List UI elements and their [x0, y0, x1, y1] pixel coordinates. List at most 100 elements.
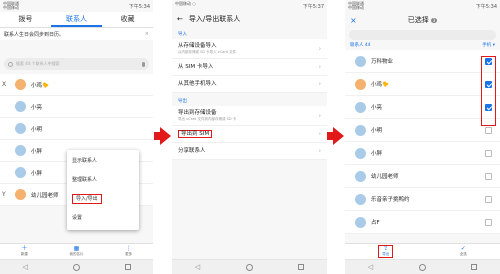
- menu-item-settings[interactable]: 设置: [67, 209, 139, 228]
- export-to-storage[interactable]: 导出到存储设备 导出 vCard 文件到内部存储或 SD 卡 ›: [172, 106, 327, 126]
- button-label: 更多: [125, 252, 133, 256]
- checkbox[interactable]: [485, 149, 492, 157]
- contact-name: 小胖: [31, 148, 43, 155]
- list-item[interactable]: 万科物业: [345, 50, 500, 73]
- close-icon[interactable]: ×: [350, 16, 357, 25]
- menu-item-show-contacts[interactable]: 显示联系人: [67, 152, 139, 171]
- menu-label: 显示联系人: [72, 158, 98, 164]
- tutorial-stage: 中国联通 中国移动 下午5:34 拨号 联系人 收藏 联系人生日会同步到日历。 …: [0, 0, 500, 274]
- microphone-icon[interactable]: [142, 61, 145, 67]
- back-icon[interactable]: ◁: [368, 263, 373, 271]
- search-input[interactable]: 搜索 44 个联系人中搜索: [4, 58, 149, 70]
- home-icon[interactable]: [72, 263, 80, 271]
- index-letter: X: [2, 81, 7, 88]
- search-input[interactable]: [349, 30, 496, 40]
- list-item[interactable]: 小亮: [345, 96, 500, 119]
- chevron-right-icon: ›: [318, 147, 321, 155]
- chevron-right-icon: ›: [318, 63, 321, 71]
- list-item[interactable]: X 小鸡🐤: [0, 74, 153, 96]
- tab-contacts[interactable]: 联系人: [51, 12, 102, 27]
- chevron-right-icon: ›: [318, 112, 321, 119]
- button-label: 新建: [20, 252, 28, 256]
- avatar: [355, 124, 366, 136]
- recents-icon[interactable]: [124, 264, 131, 270]
- list-item[interactable]: 小明: [345, 119, 500, 142]
- bottom-toolbar: ＋ 新建 ▦ 我的名片 ⋮ 更多: [0, 243, 153, 259]
- back-arrow-icon[interactable]: ←: [177, 15, 183, 23]
- home-icon[interactable]: [418, 263, 426, 271]
- tab-favorites[interactable]: 收藏: [102, 12, 153, 27]
- checkbox[interactable]: [485, 172, 492, 180]
- export-button[interactable]: ⇪ 导出: [378, 245, 394, 258]
- button-label: 我的名片: [69, 252, 84, 256]
- menu-label: 设置: [72, 215, 83, 221]
- select-contacts-screen: 中国联通 中国移动 下午5:34 × 已选择 3 联系人 44 手机 ▾ 万科物业…: [345, 0, 500, 274]
- list-item[interactable]: 小鸡🐤: [345, 73, 500, 96]
- my-card-button[interactable]: ▦ 我的名片: [69, 246, 83, 257]
- recents-icon[interactable]: [298, 264, 305, 270]
- avatar: [355, 216, 366, 228]
- avatar: [355, 147, 366, 159]
- export-to-sim[interactable]: 导出到 SIM ›: [172, 126, 327, 143]
- new-contact-button[interactable]: ＋ 新建: [21, 246, 28, 257]
- checkbox[interactable]: [485, 126, 492, 134]
- item-title: 导出到 SIM: [178, 130, 213, 138]
- tab-dialer[interactable]: 拨号: [0, 12, 51, 27]
- checkbox[interactable]: [485, 195, 492, 203]
- menu-label: 整理联系人: [72, 177, 98, 183]
- menu-label: 导入/导出: [72, 194, 102, 204]
- system-navbar: ◁: [0, 259, 153, 274]
- contact-name: 小明: [31, 126, 43, 133]
- menu-item-import-export[interactable]: 导入/导出: [67, 190, 139, 209]
- contact-name: 幼儿园老师: [371, 174, 399, 180]
- import-from-storage[interactable]: 从存储设备导入 从内部存储或 SD 卡导入 vCard 文件 ›: [172, 39, 327, 59]
- more-button[interactable]: ⋮ 更多: [125, 246, 132, 257]
- arrow-icon: [327, 127, 344, 145]
- birthday-notice: 联系人生日会同步到日历。 ×: [0, 28, 153, 40]
- page-title: 已选择 3: [345, 15, 500, 25]
- item-subtitle: 导出 vCard 文件到内部存储或 SD 卡: [178, 117, 237, 121]
- contact-name: 小鸡🐤: [371, 82, 389, 88]
- avatar: [355, 78, 366, 90]
- back-icon[interactable]: ◁: [195, 263, 200, 271]
- import-from-sim[interactable]: 从 SIM 卡导入 ›: [172, 59, 327, 76]
- list-item[interactable]: 幼儿园老师: [345, 165, 500, 188]
- list-item[interactable]: 小胖: [345, 142, 500, 165]
- checkbox[interactable]: [485, 218, 492, 226]
- avatar: [355, 55, 366, 67]
- list-item[interactable]: 小亮: [0, 96, 153, 118]
- item-title: 从 SIM 卡导入: [178, 64, 214, 70]
- section-export: 导出: [178, 99, 187, 104]
- contact-name: 小亮: [31, 104, 43, 111]
- group-label: 联系人 44: [350, 43, 371, 48]
- recents-icon[interactable]: [471, 264, 478, 270]
- chevron-right-icon: ›: [318, 130, 321, 138]
- close-icon[interactable]: ×: [145, 31, 149, 37]
- list-item[interactable]: 乐音亲子挑鸭约: [345, 188, 500, 211]
- avatar: [355, 101, 366, 113]
- import-export-screen: 中国移动 ○ 下午5:37 ← 导入/导出联系人 导入 从存储设备导入 从内部存…: [172, 0, 327, 274]
- contact-name: 小明: [371, 128, 383, 134]
- clock: 下午5:37: [302, 4, 324, 10]
- contact-name: 小鸡🐤: [31, 82, 49, 89]
- list-item[interactable]: 占F: [345, 211, 500, 234]
- home-icon[interactable]: [245, 263, 253, 271]
- button-label: 导出: [382, 252, 390, 256]
- section-import: 导入: [178, 32, 187, 37]
- list-item[interactable]: 小明: [0, 118, 153, 140]
- contact-name: 小胖: [371, 151, 383, 157]
- bottom-toolbar: ⇪ 导出 ✓ 全选: [345, 243, 500, 259]
- contact-name: 占F: [371, 220, 380, 226]
- item-title: 分享联系人: [178, 148, 206, 154]
- select-all-button[interactable]: ✓ 全选: [460, 246, 467, 257]
- share-contacts[interactable]: 分享联系人 ›: [172, 143, 327, 160]
- title-text: 已选择: [407, 16, 429, 24]
- menu-item-organize[interactable]: 整理联系人: [67, 171, 139, 190]
- import-from-other-phone[interactable]: 从其他手机导入 ›: [172, 76, 327, 93]
- contact-group-header: 联系人 44 手机 ▾: [345, 40, 500, 50]
- notice-text: 联系人生日会同步到日历。: [4, 31, 65, 38]
- account-filter[interactable]: 手机 ▾: [482, 42, 495, 48]
- chevron-right-icon: ›: [318, 80, 321, 88]
- selection-header: × 已选择 3: [345, 12, 500, 28]
- back-icon[interactable]: ◁: [22, 263, 27, 271]
